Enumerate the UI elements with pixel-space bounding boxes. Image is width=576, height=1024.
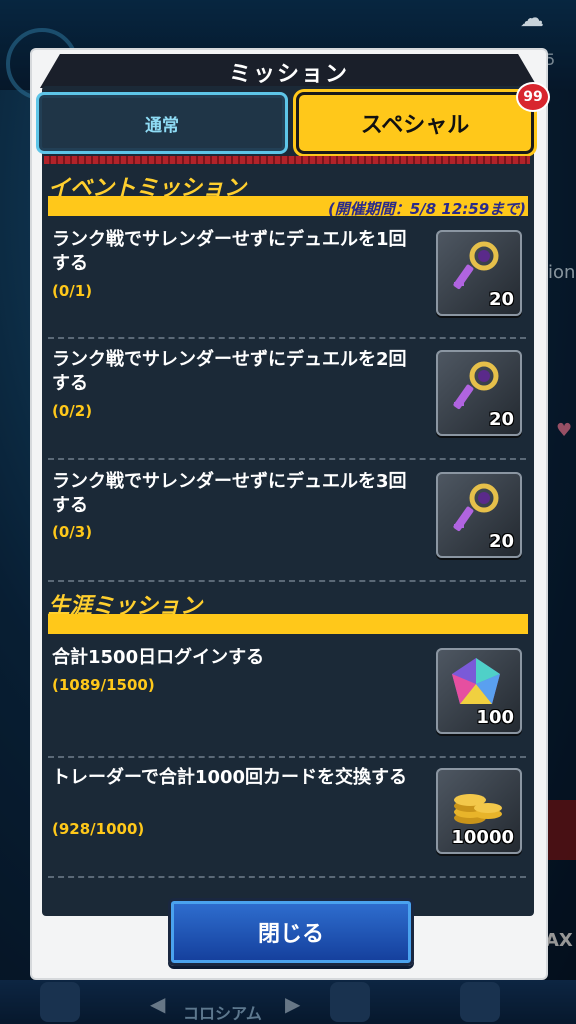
section-banner: [48, 614, 528, 634]
key-icon: [453, 483, 499, 531]
mission-text: ランク戦でサレンダーせずにデュエルを1回する: [52, 229, 407, 274]
mission-divider: [48, 337, 526, 339]
mission-text: 合計1500日ログインする: [52, 647, 265, 668]
mission-text: ランク戦でサレンダーせずにデュエルを3回する: [52, 471, 407, 516]
mission-progress: (1089/1500): [52, 676, 155, 694]
mission-text: トレーダーで合計1000回カードを交換する: [52, 767, 408, 788]
mission-progress: (928/1000): [52, 820, 145, 838]
reward-box[interactable]: 10000: [436, 768, 522, 854]
reward-count: 20: [488, 531, 514, 552]
tab-special[interactable]: スペシャル: [296, 92, 534, 154]
gem-icon: [452, 658, 500, 704]
reward-count: 10000: [451, 827, 514, 848]
mission-progress: (0/2): [52, 402, 93, 420]
section-title-event: イベントミッション: [48, 176, 247, 201]
reward-count: 20: [488, 409, 514, 430]
reward-count: 20: [488, 289, 514, 310]
cloud-sync-icon: ☁: [520, 4, 544, 32]
reward-box[interactable]: 20: [436, 472, 522, 558]
mission-progress: (0/1): [52, 282, 93, 300]
mission-text: ランク戦でサレンダーせずにデュエルを2回する: [52, 349, 407, 394]
reward-box[interactable]: 100: [436, 648, 522, 734]
section-title-lifetime: 生涯ミッション: [48, 594, 203, 619]
mission-divider: [48, 580, 526, 582]
dialog-title: ミッション: [228, 62, 349, 87]
key-icon: [453, 361, 499, 409]
gold-coins-icon: [454, 794, 502, 824]
event-period: (開催期間：5/8 12:59まで): [327, 200, 526, 218]
key-icon: [453, 241, 499, 289]
tab-normal[interactable]: 通常: [36, 92, 288, 154]
mission-divider: [48, 458, 526, 460]
section-separator: [44, 156, 530, 164]
mission-progress: (0/3): [52, 523, 93, 541]
mission-divider: [48, 756, 526, 758]
reward-box[interactable]: 20: [436, 350, 522, 436]
reward-box[interactable]: 20: [436, 230, 522, 316]
notification-badge: 99: [516, 82, 550, 112]
mission-divider: [48, 876, 526, 878]
reward-count: 100: [476, 707, 514, 728]
close-button[interactable]: 閉じる: [168, 898, 414, 966]
